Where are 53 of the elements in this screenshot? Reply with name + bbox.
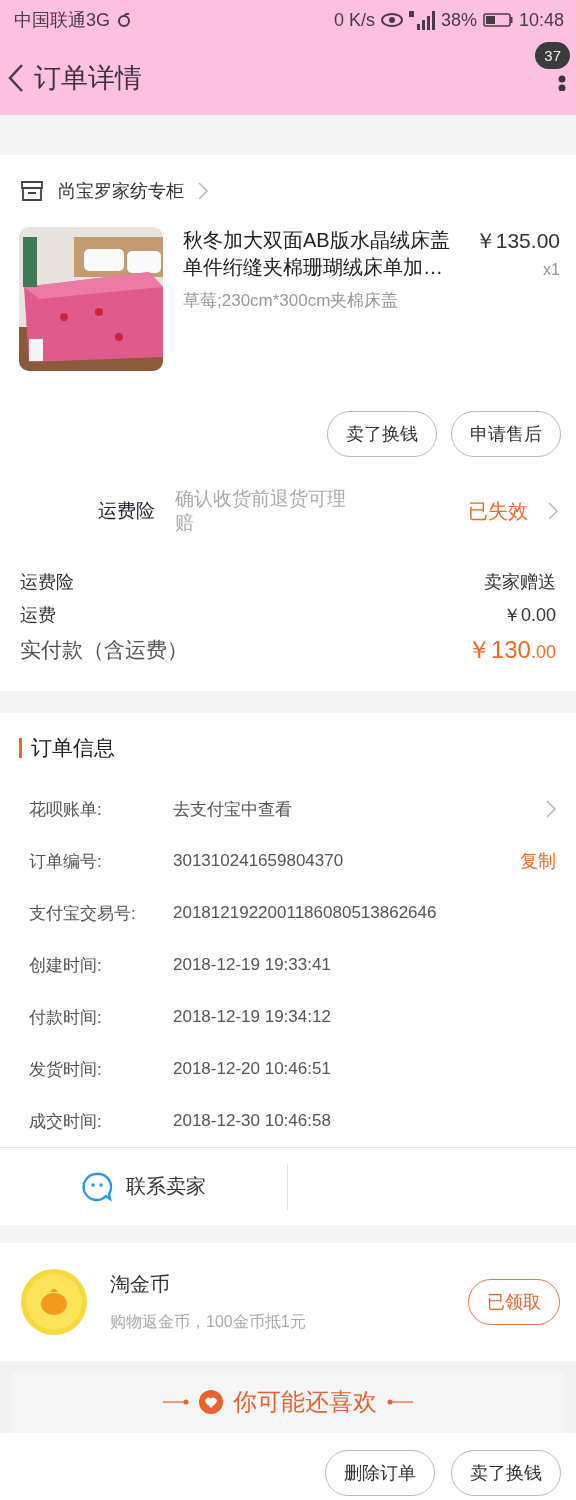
total-amount: ￥130.00 [466,635,556,665]
carrier-text: 中国联通3G [14,9,110,32]
network-speed: 0 K/s [333,9,375,31]
info-label: 支付宝交易号: [29,902,137,925]
chat-face-icon [81,1171,112,1202]
info-value: 去支付宝中查看 [173,798,293,821]
info-value: 2018-12-20 10:46:51 [173,1059,332,1079]
divider-dot-line-icon [163,1399,189,1405]
info-label: 付款时间: [29,1006,103,1029]
info-label: 发货时间: [29,1058,103,1081]
info-value: 2018-12-19 19:33:41 [173,955,332,975]
info-label: 花呗账单: [29,798,103,821]
insurance-description: 确认收货前退货可理赔 [175,487,347,535]
product-price: ￥135.00 [474,228,560,254]
action-button[interactable]: 申请售后 [451,411,561,457]
signal-swirl-icon [116,12,132,28]
shop-icon [20,180,44,202]
chevron-right-icon [198,182,208,200]
page-title: 订单详情 [34,61,142,95]
signal-icon [408,10,435,30]
action-button[interactable]: 卖了换钱 [451,1450,561,1496]
total-label: 实付款（含运费） [20,637,188,663]
insurance-label: 运费险 [98,499,155,523]
action-button[interactable]: 卖了换钱 [327,411,437,457]
chevron-right-icon [548,502,558,520]
product-title[interactable]: 秋冬加大双面AB版水晶绒床盖单件绗缝夹棉珊瑚绒床单加… [183,227,451,281]
info-value: 301310241659804370 [173,851,345,871]
info-label: 成交时间: [29,1110,103,1133]
info-value: 2018121922001186080513862646 [173,903,438,923]
fee-label: 运费 [20,603,56,627]
battery-percent: 38% [440,9,477,31]
coin-description: 购物返金币，100金币抵1元 [110,1312,307,1332]
clock-time: 10:48 [518,9,564,31]
fee-value: ￥0.00 [502,603,556,627]
product-sku: 草莓;230cm*300cm夹棉床盖 [183,290,400,312]
info-value: 2018-12-19 19:34:12 [173,1007,332,1027]
section-title: 订单信息 [31,735,115,761]
recommend-title: 你可能还喜欢 [233,1387,377,1417]
eye-icon [380,13,403,27]
battery-icon [482,13,513,27]
back-icon[interactable] [8,62,24,93]
info-label: 订单编号: [29,850,103,873]
divider-dot-line-icon [387,1399,413,1405]
info-label: 创建时间: [29,954,103,977]
fee-value: 卖家赠送 [484,570,556,594]
product-quantity: x1 [543,261,560,279]
coin-icon [20,1268,88,1336]
info-value: 2018-12-30 10:46:58 [173,1111,332,1131]
action-button[interactable]: 删除订单 [325,1450,435,1496]
notification-badge: 37 [535,42,570,69]
shop-name[interactable]: 尚宝罗家纺专柜 [58,179,184,203]
coin-title: 淘金币 [110,1272,171,1297]
fee-label: 运费险 [20,570,74,594]
